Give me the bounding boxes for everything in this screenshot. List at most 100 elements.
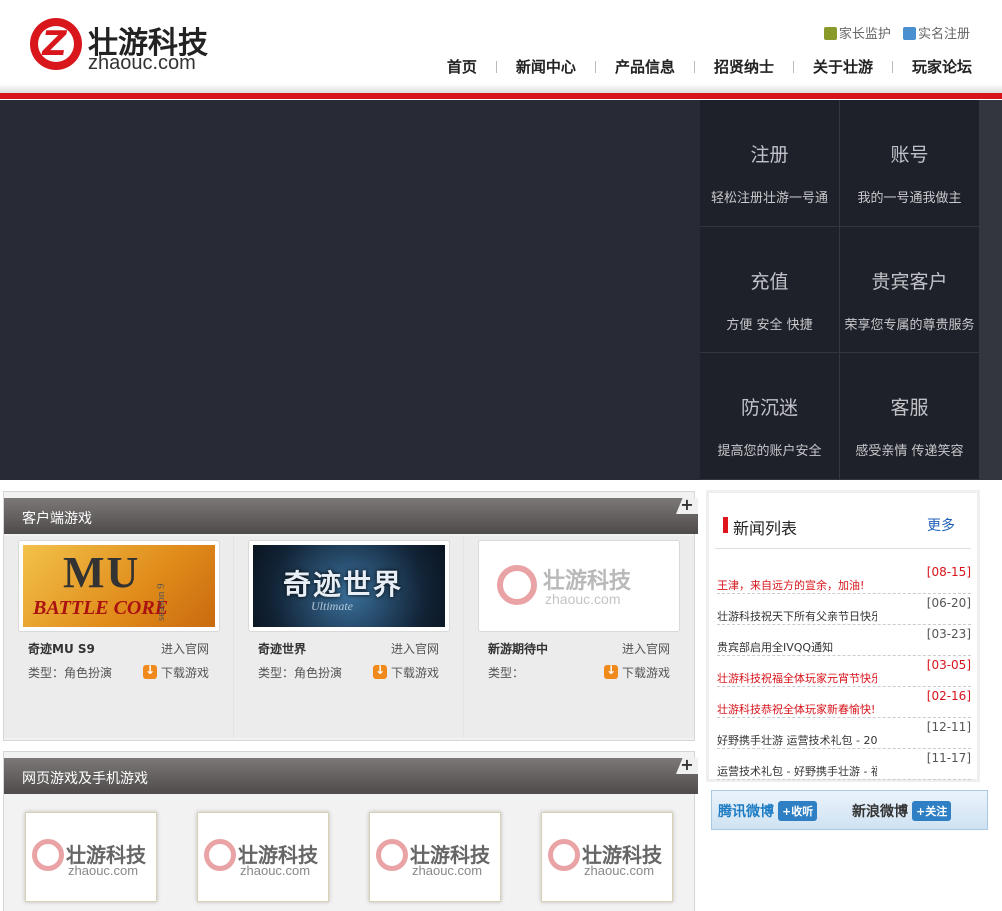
weibo-bar: 腾讯微博 +收听 新浪微博 +关注 [711, 790, 988, 830]
news-more-link[interactable]: 更多 [927, 515, 955, 535]
download-button[interactable]: 下载游戏 [603, 663, 670, 681]
news-title: 新闻列表 [733, 519, 798, 538]
nav-forum[interactable]: 玩家论坛 [912, 56, 972, 77]
download-icon [142, 663, 157, 679]
logo-mark-icon [204, 839, 236, 871]
realname-register-link[interactable]: 实名注册 [902, 27, 970, 42]
game-card: 奇迹世界 Ultimate 奇迹世界 进入官网 类型：角色扮演 下载游戏 [234, 536, 464, 738]
web-game-tile[interactable]: 壮游科技 zhaouc.com [25, 812, 157, 902]
tile-recharge[interactable]: 充值 方便 安全 快捷 [700, 227, 840, 353]
news-date: [02-16] [926, 689, 971, 703]
logo-text-en: zhaouc.com [88, 52, 196, 74]
info-icon [902, 27, 916, 40]
tile-register[interactable]: 注册 轻松注册壮游一号通 [700, 100, 840, 227]
service-tiles: 注册 轻松注册壮游一号通 账号 我的一号通我做主 充值 方便 安全 快捷 贵宾客户 荣享… [700, 100, 980, 480]
news-item[interactable]: [03-23] 贵宾部启用全IVQQ通知 [717, 625, 971, 656]
top-links: 家长监护 实名注册 [816, 23, 970, 42]
download-icon [372, 663, 387, 679]
download-button[interactable]: 下载游戏 [142, 663, 209, 681]
news-item[interactable]: [08-15] 王津，来自远方的宣余，加油! [717, 563, 971, 594]
nav-divider [594, 60, 596, 73]
tile-anti-addiction[interactable]: 防沉迷 提高您的账户安全 [700, 353, 840, 480]
client-games-header: 客户端游戏 + [4, 498, 698, 534]
game-card: 壮游科技 zhaouc.com 新游期待中 进入官网 类型： 下载游戏 [464, 536, 694, 738]
news-headline[interactable]: 壮游科技祝福全体玩家元宵节快乐 [717, 671, 877, 684]
header-shadow [0, 84, 1002, 93]
game-name[interactable]: 奇迹MU S9 [28, 640, 95, 657]
tile-account[interactable]: 账号 我的一号通我做主 [840, 100, 980, 227]
game-type: 类型：角色扮演 [258, 666, 343, 680]
web-games-panel: 网页游戏及手机游戏 + 壮游科技 zhaouc.com 壮游科技 zhaouc.… [3, 751, 698, 911]
nav-home[interactable]: 首页 [447, 56, 477, 77]
nav-news[interactable]: 新闻中心 [516, 56, 576, 77]
web-game-tile[interactable]: 壮游科技 zhaouc.com [369, 812, 501, 902]
news-headline[interactable]: 壮游科技祝天下所有父亲节日快乐 [717, 609, 877, 622]
news-item[interactable]: [11-17] 运营技术礼包 - 好野携手壮游 - 福兴 [717, 749, 971, 780]
plus-icon[interactable]: + [676, 758, 698, 774]
tile-vip[interactable]: 贵宾客户 荣享您专属的尊贵服务 [840, 227, 980, 353]
download-button[interactable]: 下载游戏 [372, 663, 439, 681]
follow-tencent-button[interactable]: +收听 [778, 801, 818, 821]
parental-monitor-link[interactable]: 家长监护 [823, 27, 891, 42]
plus-icon[interactable]: + [676, 498, 698, 514]
tencent-weibo[interactable]: 腾讯微博 +收听 [718, 801, 818, 821]
news-date: [06-20] [926, 596, 971, 610]
sina-weibo[interactable]: 新浪微博 +关注 [852, 801, 952, 821]
official-site-link[interactable]: 进入官网 [391, 640, 439, 657]
web-game-tile[interactable]: 壮游科技 zhaouc.com [197, 812, 329, 902]
game-thumbnail[interactable]: MU BATTLE CORE season 9 [18, 540, 220, 632]
main-nav: 首页 新闻中心 产品信息 招贤纳士 关于壮游 玩家论坛 [447, 56, 972, 77]
news-headline[interactable]: 好野携手壮游 运营技术礼包 - 2013 [717, 733, 877, 746]
news-item[interactable]: [12-11] 好野携手壮游 运营技术礼包 - 2013 [717, 718, 971, 749]
download-icon [603, 663, 618, 679]
nav-divider [495, 60, 497, 73]
header-red-bar [0, 93, 1002, 100]
news-marker [723, 517, 728, 533]
logo-mark-icon [497, 565, 537, 605]
web-games-header: 网页游戏及手机游戏 + [4, 758, 698, 794]
news-date: [08-15] [926, 565, 971, 579]
logo-mark-icon [376, 839, 408, 871]
news-date: [03-23] [926, 627, 971, 641]
game-thumbnail[interactable]: 奇迹世界 Ultimate [248, 540, 450, 632]
news-headline[interactable]: 王津，来自远方的宣余，加油! [717, 578, 877, 591]
game-name[interactable]: 新游期待中 [488, 640, 548, 657]
sun-artwork: 奇迹世界 Ultimate [253, 545, 445, 627]
news-date: [11-17] [926, 751, 971, 765]
logo-mark-icon [32, 839, 64, 871]
game-type: 类型： [488, 666, 525, 680]
mu-artwork: MU BATTLE CORE season 9 [23, 545, 215, 627]
placeholder-logo: 壮游科技 zhaouc.com [483, 545, 675, 627]
logo-mark-icon [30, 18, 82, 70]
news-item[interactable]: [06-20] 壮游科技祝天下所有父亲节日快乐 [717, 594, 971, 625]
official-site-link[interactable]: 进入官网 [622, 640, 670, 657]
shield-icon [823, 27, 837, 40]
nav-about[interactable]: 关于壮游 [813, 56, 873, 77]
tile-support[interactable]: 客服 感受亲情 传递笑容 [840, 353, 980, 480]
game-thumbnail[interactable]: 壮游科技 zhaouc.com [478, 540, 680, 632]
game-name[interactable]: 奇迹世界 [258, 640, 306, 657]
nav-divider [693, 60, 695, 73]
nav-divider [792, 60, 794, 73]
news-item[interactable]: [03-05] 壮游科技祝福全体玩家元宵节快乐 [717, 656, 971, 687]
follow-sina-button[interactable]: +关注 [912, 801, 952, 821]
game-type: 类型：角色扮演 [28, 666, 113, 680]
site-header: 壮游科技 zhaouc.com 家长监护 实名注册 首页 新闻中心 产品信息 招… [0, 0, 1002, 93]
news-item[interactable]: [02-16] 壮游科技恭祝全体玩家新春愉快! [717, 687, 971, 718]
official-site-link[interactable]: 进入官网 [161, 640, 209, 657]
nav-careers[interactable]: 招贤纳士 [714, 56, 774, 77]
news-date: [12-11] [926, 720, 971, 734]
web-game-tile[interactable]: 壮游科技 zhaouc.com [541, 812, 673, 902]
news-divider [715, 548, 971, 549]
news-headline[interactable]: 贵宾部启用全IVQQ通知 [717, 640, 877, 653]
nav-products[interactable]: 产品信息 [615, 56, 675, 77]
site-logo[interactable]: 壮游科技 zhaouc.com [30, 16, 230, 76]
news-headline[interactable]: 运营技术礼包 - 好野携手壮游 - 福兴 [717, 764, 877, 777]
news-headline[interactable]: 壮游科技恭祝全体玩家新春愉快! [717, 702, 877, 715]
banner-edge [980, 100, 1002, 480]
nav-divider [891, 60, 893, 73]
game-card: MU BATTLE CORE season 9 奇迹MU S9 进入官网 类型：… [4, 536, 234, 738]
news-panel: 新闻列表 更多 [08-15] 王津，来自远方的宣余，加油! [06-20] 壮游科技… [706, 490, 980, 782]
news-date: [03-05] [926, 658, 971, 672]
logo-mark-icon [548, 839, 580, 871]
